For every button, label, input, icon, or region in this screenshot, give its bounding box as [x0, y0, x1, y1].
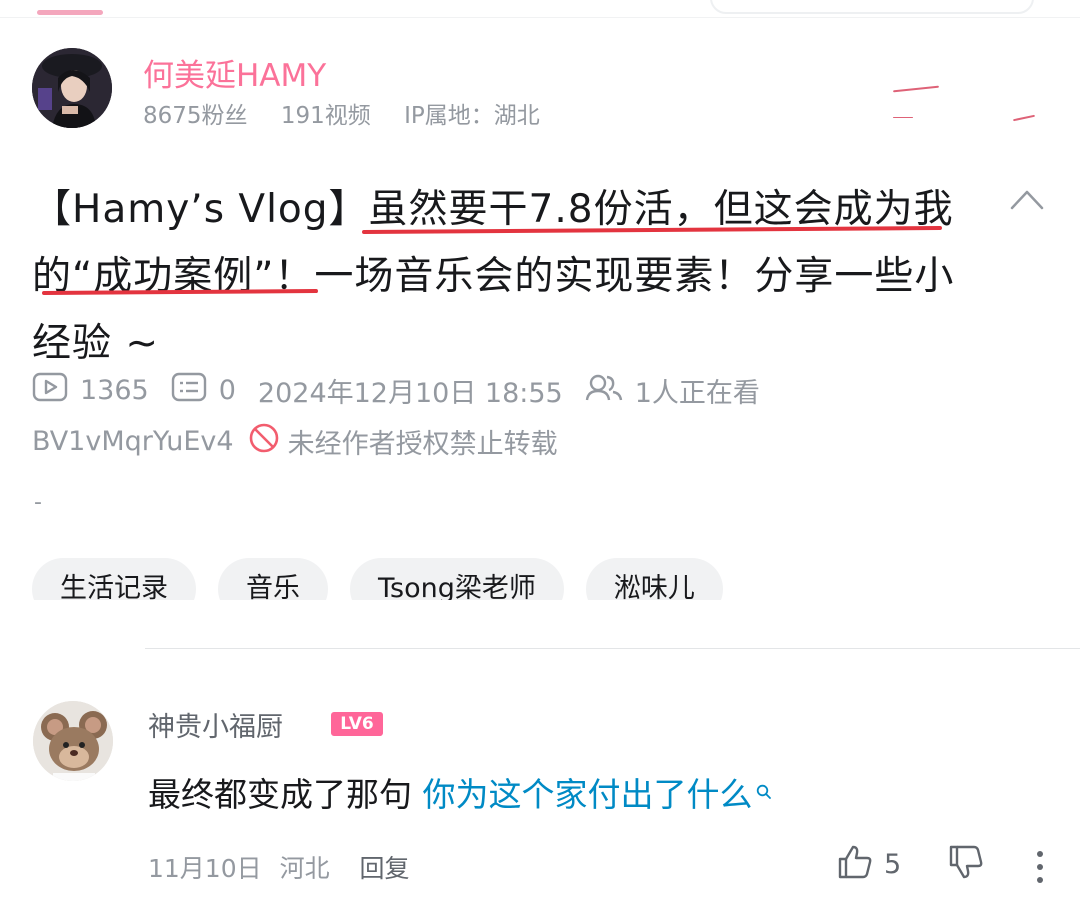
- tag-chip[interactable]: 淞味儿: [585, 558, 723, 600]
- play-count-icon: [32, 372, 68, 409]
- tag-chip[interactable]: Tsong梁老师: [350, 558, 564, 600]
- uploader-name[interactable]: 何美延HAMY: [143, 50, 326, 95]
- publish-datetime: 2024年12月10日 18:55: [257, 377, 563, 409]
- avatar-cartoon-icon: [33, 701, 113, 781]
- danmaku-count: 0: [218, 374, 236, 406]
- copyright-notice: 未经作者授权禁止转载: [287, 428, 558, 460]
- watching-count: 1人正在看: [634, 377, 760, 409]
- bvid[interactable]: BV1vMqrYuEv4: [32, 426, 234, 457]
- comment-content: 最终都变成了那句 你为这个家付出了什么: [148, 768, 773, 816]
- like-count: 5: [884, 848, 902, 880]
- search-icon[interactable]: [755, 770, 773, 809]
- video-title: 【Hamy’s Vlog】虽然要干7.8份活，但这会成为我的“成功案例”！一场音…: [32, 187, 955, 366]
- uploader-stats: 8675粉丝 191视频 IP属地：湖北: [143, 96, 566, 130]
- commenter-name[interactable]: 神贵小福厨: [148, 705, 283, 744]
- commenter-avatar[interactable]: [33, 701, 113, 781]
- tab-indicator: [37, 10, 103, 15]
- avatar-photo-icon: [32, 48, 112, 128]
- thumbs-up-icon: [836, 843, 874, 885]
- dislike-button[interactable]: [947, 843, 987, 887]
- video-description: -: [34, 490, 42, 515]
- comment-date: 11月10日: [148, 854, 262, 883]
- fans-count: 8675粉丝: [143, 103, 248, 129]
- play-count: 1365: [80, 374, 149, 406]
- annotation-scribble: [893, 85, 939, 93]
- danmaku-icon: [171, 372, 207, 409]
- bvid-row: BV1vMqrYuEv4 未经作者授权禁止转载: [32, 421, 558, 461]
- thumbs-down-icon: [949, 845, 983, 879]
- ip-location: IP属地：湖北: [404, 103, 540, 129]
- tag-chip[interactable]: 生活记录: [32, 558, 196, 600]
- video-count: 191视频: [280, 103, 371, 129]
- annotation-scribble: [1013, 114, 1035, 122]
- level-badge: LV6: [331, 712, 383, 736]
- comment-search-link[interactable]: 你为这个家付出了什么: [423, 775, 753, 814]
- header-divider: [0, 17, 1080, 18]
- tag-chip[interactable]: 音乐: [218, 558, 328, 600]
- more-vertical-icon[interactable]: [1029, 847, 1051, 887]
- chevron-up-icon[interactable]: [1006, 184, 1048, 214]
- no-repost-icon: [248, 422, 280, 461]
- watching-people-icon: [585, 372, 623, 409]
- tag-list: 生活记录 音乐 Tsong梁老师 淞味儿: [32, 558, 1080, 600]
- like-button[interactable]: 5: [836, 843, 901, 885]
- comment-footer: 11月10日 河北 回复: [148, 849, 410, 885]
- video-meta-row: 1365 0 2024年12月10日 18:55 1人正在看: [32, 370, 760, 410]
- comment-location: 河北: [279, 854, 330, 883]
- comment-text: 最终都变成了那句: [148, 775, 423, 814]
- annotation-scribble: [893, 117, 913, 118]
- section-divider: [145, 648, 1080, 649]
- uploader-avatar[interactable]: [32, 48, 112, 128]
- reply-button[interactable]: 回复: [360, 854, 410, 883]
- search-bar[interactable]: [710, 0, 1034, 14]
